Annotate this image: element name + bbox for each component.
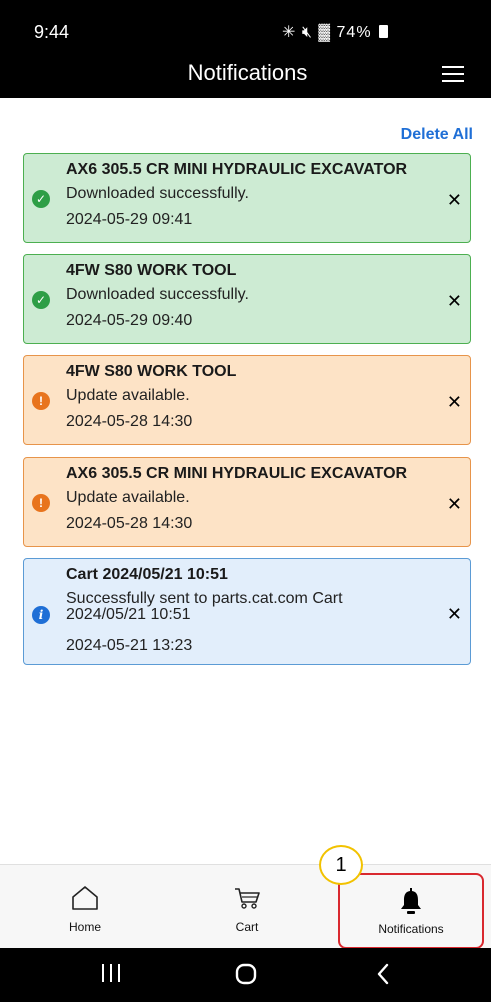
nav-cart-label: Cart bbox=[235, 920, 259, 934]
notification-card[interactable]: ! AX6 305.5 CR MINI HYDRAULIC EXCAVATOR … bbox=[23, 457, 471, 547]
notification-title: AX6 305.5 CR MINI HYDRAULIC EXCAVATOR bbox=[66, 465, 408, 482]
status-time: 9:44 bbox=[34, 22, 70, 42]
page-title: Notifications bbox=[187, 60, 308, 85]
notification-title: 4FW S80 WORK TOOL bbox=[66, 262, 237, 279]
notifications-list: Delete All ✓ AX6 305.5 CR MINI HYDRAULIC… bbox=[0, 98, 491, 864]
notification-title: Cart 2024/05/21 10:51 bbox=[66, 566, 228, 583]
notification-message: Successfully sent to parts.cat.com Cart … bbox=[66, 590, 343, 623]
notification-message: Update available. bbox=[66, 387, 190, 404]
info-circle-icon: i bbox=[32, 606, 50, 624]
recent-apps-icon[interactable] bbox=[101, 962, 121, 984]
cart-icon bbox=[235, 888, 260, 909]
home-icon bbox=[72, 886, 98, 910]
notification-title: AX6 305.5 CR MINI HYDRAULIC EXCAVATOR bbox=[66, 161, 408, 178]
notification-message: Downloaded successfully. bbox=[66, 185, 249, 202]
notification-date: 2024-05-29 09:41 bbox=[66, 211, 193, 228]
notification-title: 4FW S80 WORK TOOL bbox=[66, 363, 237, 380]
close-icon[interactable]: ✕ bbox=[447, 190, 462, 211]
alert-circle-icon: ! bbox=[32, 392, 50, 410]
close-icon[interactable]: ✕ bbox=[447, 604, 462, 625]
check-circle-icon: ✓ bbox=[32, 190, 50, 208]
bluetooth-icon: ✳ bbox=[282, 24, 297, 41]
battery-percent: 74% bbox=[336, 24, 372, 41]
close-icon[interactable]: ✕ bbox=[447, 494, 462, 515]
signal-icon: ▓ bbox=[318, 24, 332, 41]
nav-home-label: Home bbox=[68, 920, 101, 934]
delete-all-button[interactable]: Delete All bbox=[401, 126, 473, 144]
nav-cart[interactable]: Cart bbox=[197, 865, 297, 949]
notification-date: 2024-05-29 09:40 bbox=[66, 312, 193, 329]
notification-date: 2024-05-21 13:23 bbox=[66, 637, 193, 654]
check-circle-icon: ✓ bbox=[32, 291, 50, 309]
notification-card[interactable]: ! 4FW S80 WORK TOOL Update available. 20… bbox=[23, 355, 471, 445]
home-button-icon[interactable] bbox=[235, 962, 259, 986]
status-bar: 9:44 ✳ 🔇︎ ▓ 74% bbox=[0, 0, 491, 50]
alert-circle-icon: ! bbox=[32, 494, 50, 512]
mute-icon: 🔇︎ bbox=[301, 24, 313, 41]
notification-message: Downloaded successfully. bbox=[66, 286, 249, 303]
notification-date: 2024-05-28 14:30 bbox=[66, 515, 193, 532]
nav-notifications[interactable]: Notifications bbox=[338, 873, 484, 949]
notification-card[interactable]: i Cart 2024/05/21 10:51 Successfully sen… bbox=[23, 558, 471, 665]
status-icons: ✳ 🔇︎ ▓ 74% bbox=[282, 22, 389, 42]
nav-notifications-label: Notifications bbox=[378, 922, 444, 936]
notification-card[interactable]: ✓ 4FW S80 WORK TOOL Downloaded successfu… bbox=[23, 254, 471, 344]
nav-home[interactable]: Home bbox=[35, 865, 135, 949]
notification-date: 2024-05-28 14:30 bbox=[66, 413, 193, 430]
hamburger-menu-icon[interactable] bbox=[442, 66, 464, 82]
bottom-nav: Home Cart Notifications bbox=[0, 864, 491, 949]
close-icon[interactable]: ✕ bbox=[447, 392, 462, 413]
system-nav-bar bbox=[0, 948, 491, 1002]
notification-message: Update available. bbox=[66, 489, 190, 506]
app-header: Notifications bbox=[0, 50, 491, 98]
step-callout: 1 bbox=[319, 845, 363, 885]
bell-icon bbox=[401, 888, 421, 914]
notification-card[interactable]: ✓ AX6 305.5 CR MINI HYDRAULIC EXCAVATOR … bbox=[23, 153, 471, 243]
battery-icon bbox=[379, 25, 389, 38]
back-icon[interactable] bbox=[375, 962, 391, 986]
close-icon[interactable]: ✕ bbox=[447, 291, 462, 312]
